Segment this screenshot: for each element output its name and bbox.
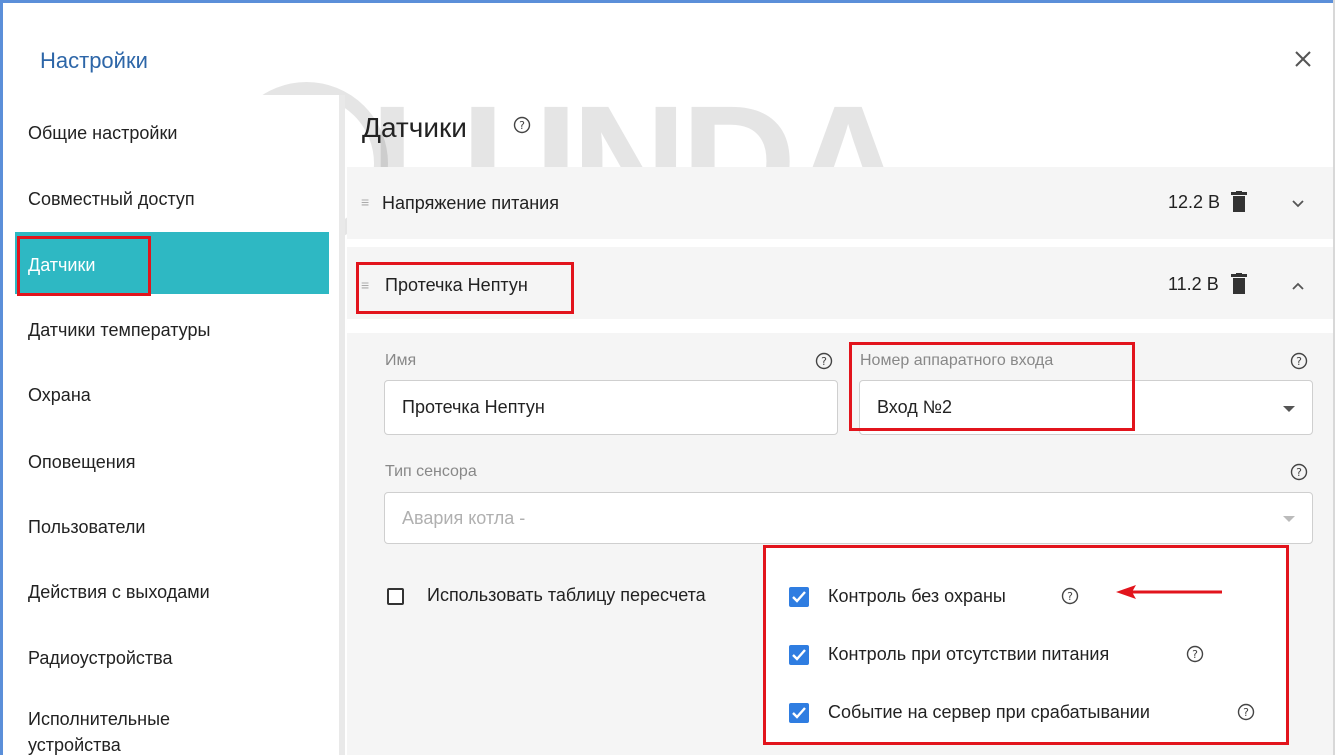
sensor-name: Напряжение питания — [382, 193, 559, 213]
drag-handle-icon[interactable]: ≡ — [361, 277, 369, 293]
sidebar-item-actuators-line2[interactable]: устройства — [28, 735, 121, 756]
sidebar-item-radio-devices[interactable]: Радиоустройства — [28, 648, 173, 669]
sidebar-item-notifications[interactable]: Оповещения — [28, 452, 136, 473]
event-to-server-label: Событие на сервер при срабатывании — [828, 702, 1150, 722]
use-table-checkbox[interactable] — [387, 588, 404, 605]
sidebar-item-temperature-sensors[interactable]: Датчики температуры — [28, 320, 210, 341]
help-icon[interactable]: ? — [1237, 703, 1255, 721]
control-without-security-checkbox[interactable] — [789, 587, 809, 607]
use-table-label: Использовать таблицу пересчета — [427, 585, 706, 605]
svg-text:?: ? — [519, 119, 525, 132]
svg-text:?: ? — [821, 355, 827, 368]
help-icon[interactable]: ? — [513, 116, 531, 134]
drag-handle-icon[interactable]: ≡ — [361, 194, 369, 210]
event-to-server-checkbox[interactable] — [789, 703, 809, 723]
chevron-up-icon[interactable] — [1290, 278, 1306, 294]
sensor-value: 11.2 В — [1168, 274, 1219, 294]
svg-text:?: ? — [1243, 706, 1249, 719]
sensor-name: Протечка Нептун — [385, 275, 528, 295]
control-without-security-label: Контроль без охраны — [828, 586, 1006, 606]
hardware-input-select[interactable]: Вход №2 — [859, 380, 1313, 435]
control-power-loss-checkbox[interactable] — [789, 645, 809, 665]
sensor-type-placeholder: Авария котла - — [402, 507, 526, 528]
dialog-title: Настройки — [40, 48, 148, 73]
dropdown-arrow-icon[interactable] — [1283, 406, 1295, 412]
sidebar-divider — [339, 95, 345, 755]
arrow-annotation-icon — [1116, 585, 1222, 599]
sidebar-item-users[interactable]: Пользователи — [28, 517, 145, 538]
sidebar-item-actuators[interactable]: Исполнительные — [28, 709, 170, 730]
name-label: Имя — [385, 352, 417, 369]
svg-text:?: ? — [1192, 648, 1198, 661]
help-icon[interactable]: ? — [1290, 352, 1308, 370]
help-icon[interactable]: ? — [815, 352, 833, 370]
control-power-loss-label: Контроль при отсутствии питания — [828, 644, 1110, 664]
svg-text:?: ? — [1296, 355, 1302, 368]
sidebar-item-sharing[interactable]: Совместный доступ — [28, 189, 195, 210]
hardware-input-label: Номер аппаратного входа — [860, 352, 1054, 369]
sensor-row-voltage[interactable]: ≡ Напряжение питания 12.2 В — [347, 167, 1333, 239]
svg-text:?: ? — [1296, 466, 1302, 479]
hardware-input-value: Вход №2 — [877, 397, 953, 417]
sensor-type-label: Тип сенсора — [385, 463, 477, 480]
page-title: Датчики — [362, 112, 467, 143]
sidebar-item-sensors[interactable]: Датчики — [28, 255, 95, 276]
sensor-row-leak[interactable]: ≡ Протечка Нептун 11.2 В — [347, 247, 1333, 319]
help-icon[interactable]: ? — [1290, 463, 1308, 481]
sidebar-item-general[interactable]: Общие настройки — [28, 123, 177, 144]
help-icon[interactable]: ? — [1061, 587, 1079, 605]
dropdown-arrow-icon[interactable] — [1283, 516, 1295, 522]
trash-icon[interactable] — [1230, 273, 1248, 295]
svg-text:?: ? — [1067, 590, 1073, 603]
help-icon[interactable]: ? — [1186, 645, 1204, 663]
sensor-value: 12.2 В — [1168, 192, 1221, 212]
sidebar-item-security[interactable]: Охрана — [28, 385, 91, 406]
sensor-type-select[interactable]: Авария котла - — [384, 492, 1313, 544]
sidebar-item-output-actions[interactable]: Действия с выходами — [28, 582, 210, 603]
trash-icon[interactable] — [1230, 191, 1248, 213]
chevron-down-icon[interactable] — [1290, 196, 1306, 212]
close-icon[interactable] — [1290, 46, 1316, 72]
window-top-border — [0, 0, 1335, 3]
sensor-name-input[interactable] — [384, 380, 838, 435]
